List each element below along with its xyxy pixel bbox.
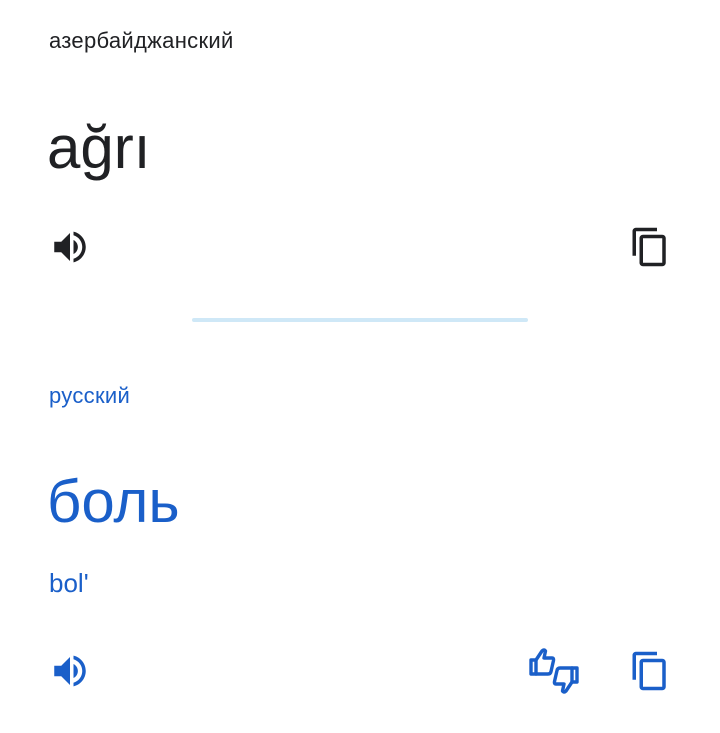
- source-listen-button[interactable]: [49, 226, 91, 268]
- target-text: боль: [47, 468, 180, 535]
- copy-icon: [629, 224, 671, 270]
- copy-icon: [629, 648, 671, 694]
- target-listen-button[interactable]: [49, 650, 91, 692]
- thumbs-feedback-icon: [528, 646, 580, 696]
- target-copy-button[interactable]: [629, 648, 671, 694]
- target-language-label: русский: [49, 383, 131, 408]
- transliteration-text: bol': [49, 568, 89, 598]
- speaker-icon: [49, 226, 91, 268]
- rate-translation-button[interactable]: [528, 646, 580, 696]
- panel-divider: [192, 318, 528, 322]
- source-language-label: азербайджанский: [49, 28, 234, 53]
- speaker-icon: [49, 650, 91, 692]
- source-copy-button[interactable]: [629, 224, 671, 270]
- source-text: ağrı: [47, 114, 151, 181]
